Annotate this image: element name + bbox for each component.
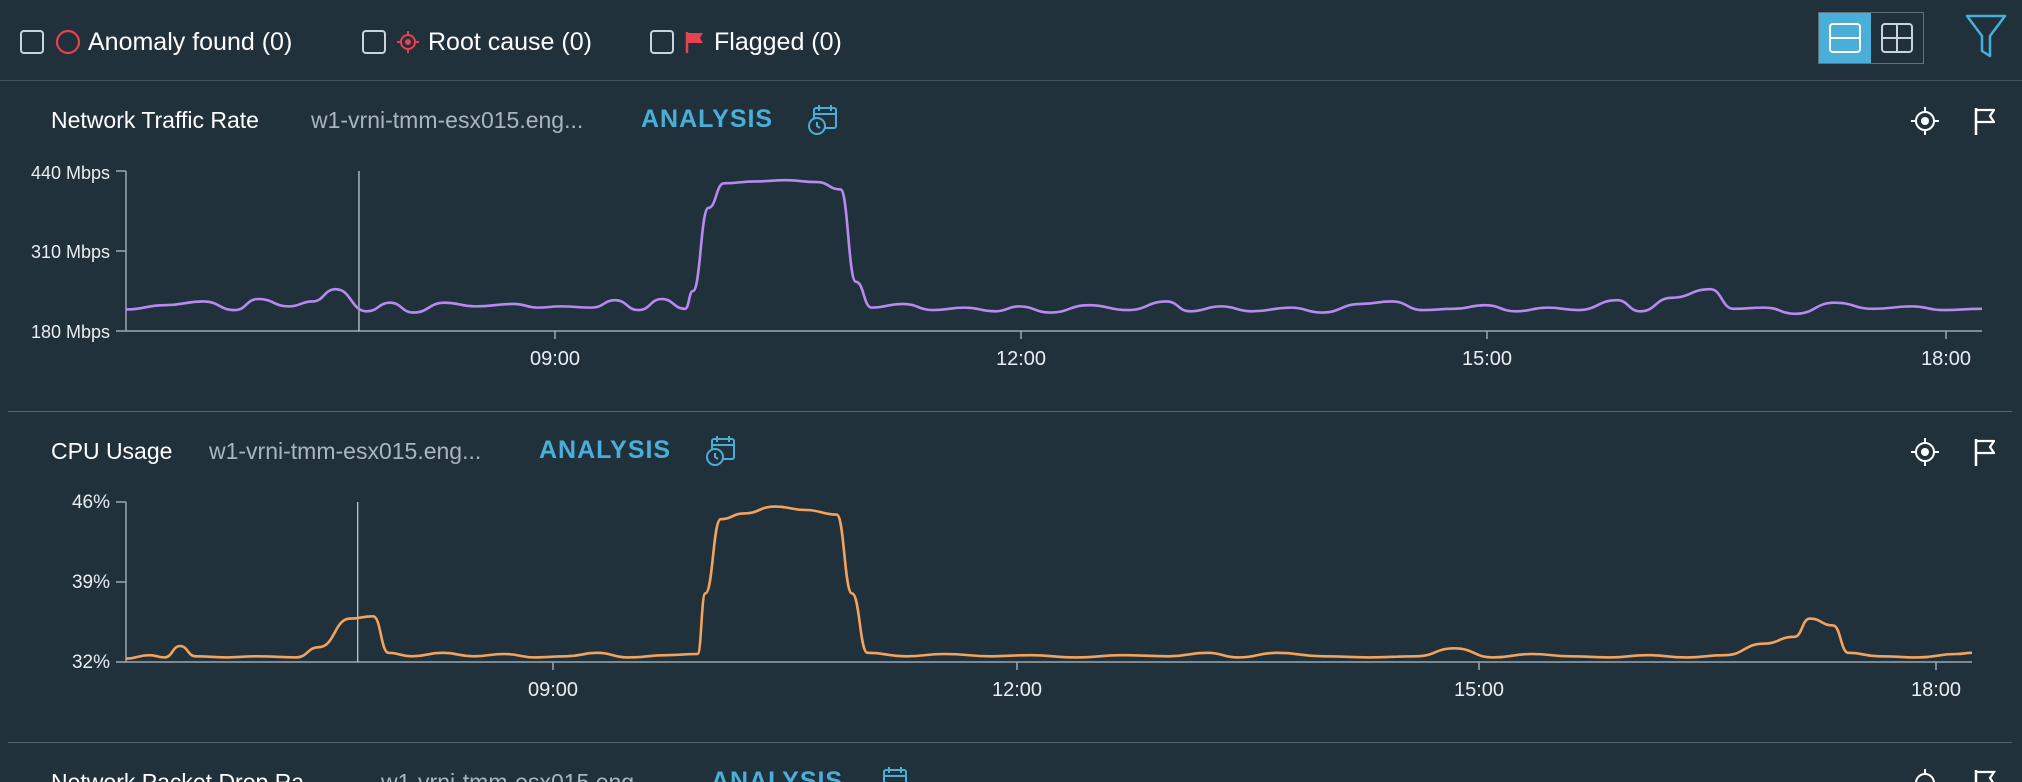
anomaly-checkbox[interactable]	[20, 30, 44, 54]
grid-layout-icon[interactable]	[1871, 13, 1923, 63]
flagged-checkbox[interactable]	[650, 30, 674, 54]
filter-root-cause[interactable]: Root cause (0)	[362, 22, 592, 62]
cpu-usage-chart[interactable]	[0, 412, 2012, 743]
view-mode-toggle	[1818, 12, 1924, 64]
panel-network-traffic: Network Traffic Rate w1-vrni-tmm-esx015.…	[0, 81, 2012, 412]
root-cause-target-icon	[396, 30, 420, 54]
root-cause-label: Root cause (0)	[428, 27, 592, 56]
filter-anomaly[interactable]: Anomaly found (0)	[20, 22, 292, 62]
flagged-label: Flagged (0)	[714, 27, 842, 56]
analysis-link[interactable]: ANALYSIS	[711, 767, 843, 782]
anomaly-label: Anomaly found (0)	[88, 27, 293, 56]
calendar-clock-icon[interactable]	[876, 765, 910, 782]
series-line	[125, 505, 1973, 660]
anomaly-circle-icon	[54, 28, 82, 56]
series-line	[125, 178, 1983, 316]
filter-funnel-icon[interactable]	[1964, 12, 2008, 67]
filter-flagged[interactable]: Flagged (0)	[650, 22, 842, 62]
panel-packet-drop: Network Packet Drop Ra... w1-vrni-tmm-es…	[0, 743, 2012, 782]
locate-target-icon[interactable]	[1909, 767, 1941, 782]
single-column-layout-icon[interactable]	[1819, 13, 1871, 63]
flag-outline-icon[interactable]	[1970, 767, 2000, 782]
panel-title: Network Packet Drop Ra...	[51, 769, 324, 782]
network-traffic-chart[interactable]	[0, 81, 2012, 412]
filter-bar: Anomaly found (0) Root cause (0) Flagged…	[0, 0, 2022, 81]
root-cause-checkbox[interactable]	[362, 30, 386, 54]
flag-icon	[684, 30, 706, 54]
panel-host[interactable]: w1-vrni-tmm-esx015.eng...	[381, 769, 653, 782]
panel-cpu-usage: CPU Usage w1-vrni-tmm-esx015.eng... ANAL…	[0, 412, 2012, 743]
